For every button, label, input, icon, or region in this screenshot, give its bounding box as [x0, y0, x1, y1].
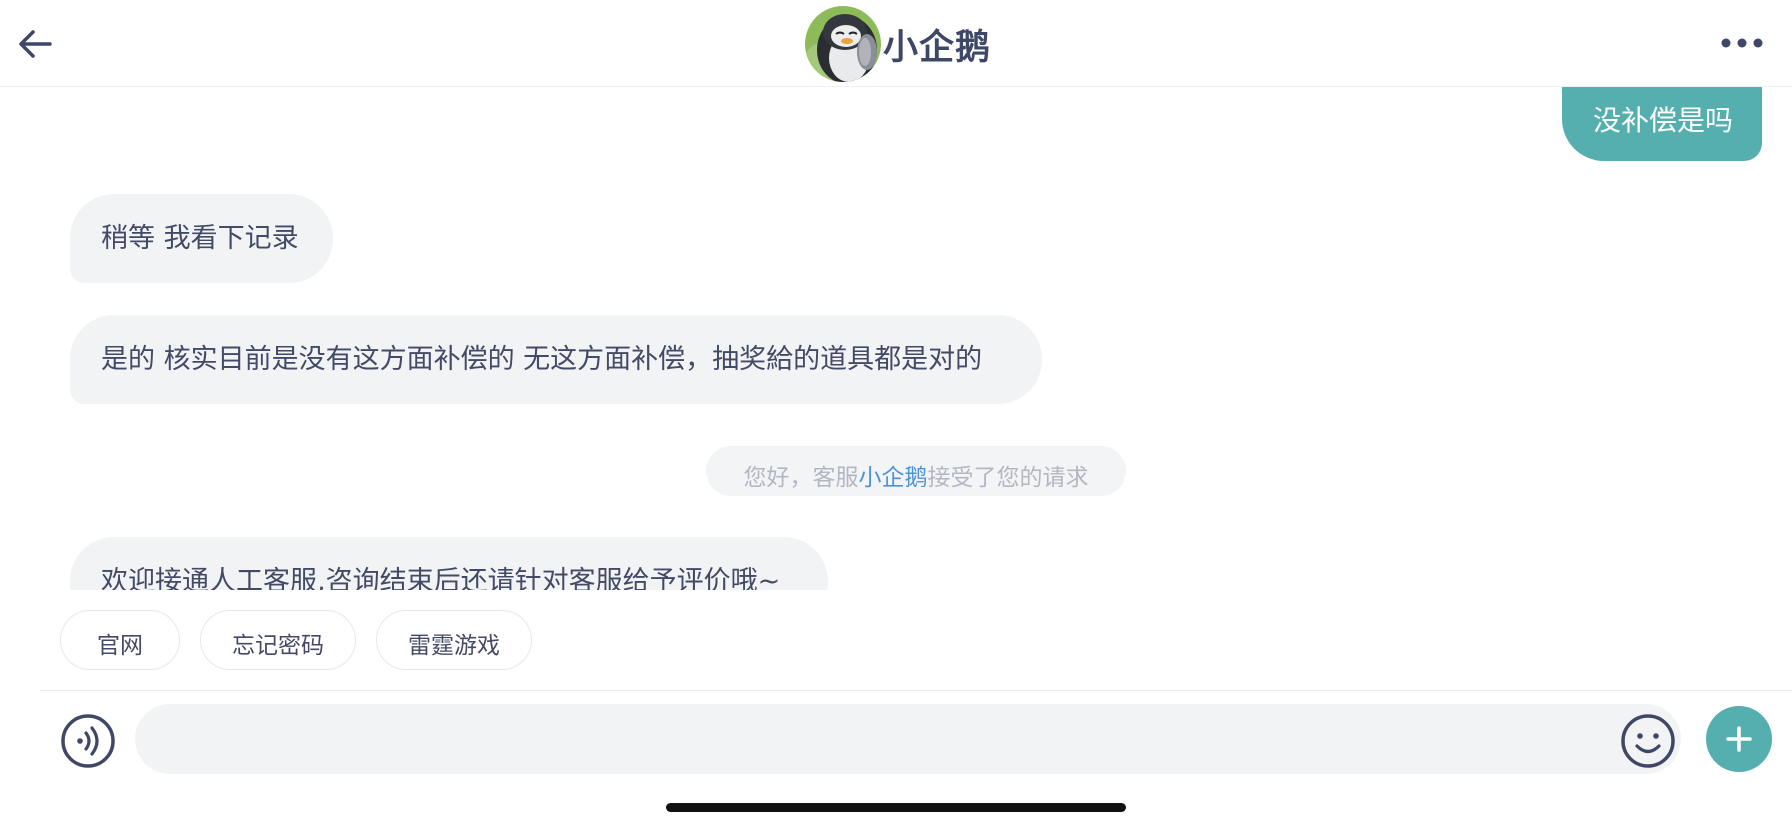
header-bar: 小企鹅 [0, 0, 1792, 87]
plus-icon [1726, 726, 1752, 752]
emoji-icon [1621, 714, 1675, 768]
home-indicator [666, 803, 1126, 812]
penguin-avatar-icon [805, 6, 881, 82]
system-notice: 您好，客服小企鹅接受了您的请求 [706, 446, 1126, 496]
message-bubble-incoming[interactable]: 欢迎接通人工客服,咨询结束后还请针对客服给予评价哦~ [70, 537, 828, 590]
quick-reply-chip[interactable]: 忘记密码 [200, 610, 356, 670]
avatar [805, 6, 881, 82]
quick-reply-chip[interactable]: 官网 [60, 610, 180, 670]
chat-screen: 小企鹅 没补偿是吗 稍等 我看下记录 是的 核实目前是没有这方面补偿的 无这方面… [0, 0, 1792, 828]
page-title: 小企鹅 [883, 27, 992, 68]
plus-button[interactable] [1706, 706, 1772, 772]
chat-title-group: 小企鹅 [805, 6, 991, 82]
message-list[interactable]: 没补偿是吗 稍等 我看下记录 是的 核实目前是没有这方面补偿的 无这方面补偿，抽… [0, 87, 1792, 590]
message-bubble-incoming[interactable]: 是的 核实目前是没有这方面补偿的 无这方面补偿，抽奖給的道具都是对的 [70, 315, 1042, 404]
agent-name: 小企鹅 [858, 465, 928, 491]
notice-suffix: 接受了您的请求 [927, 465, 1089, 491]
voice-icon [61, 714, 115, 768]
voice-button[interactable] [60, 713, 116, 769]
divider [40, 690, 1792, 691]
message-bubble-outgoing[interactable]: 没补偿是吗 [1562, 87, 1762, 161]
quick-reply-chip[interactable]: 雷霆游戏 [376, 610, 532, 670]
arrow-left-icon [19, 30, 52, 58]
more-button[interactable] [1716, 28, 1772, 58]
emoji-button[interactable] [1620, 713, 1676, 769]
back-button[interactable] [14, 22, 58, 66]
notice-prefix: 您好，客服 [743, 465, 859, 491]
message-input[interactable] [135, 704, 1681, 774]
more-horizontal-icon [1721, 38, 1763, 48]
message-bubble-incoming[interactable]: 稍等 我看下记录 [70, 194, 333, 283]
